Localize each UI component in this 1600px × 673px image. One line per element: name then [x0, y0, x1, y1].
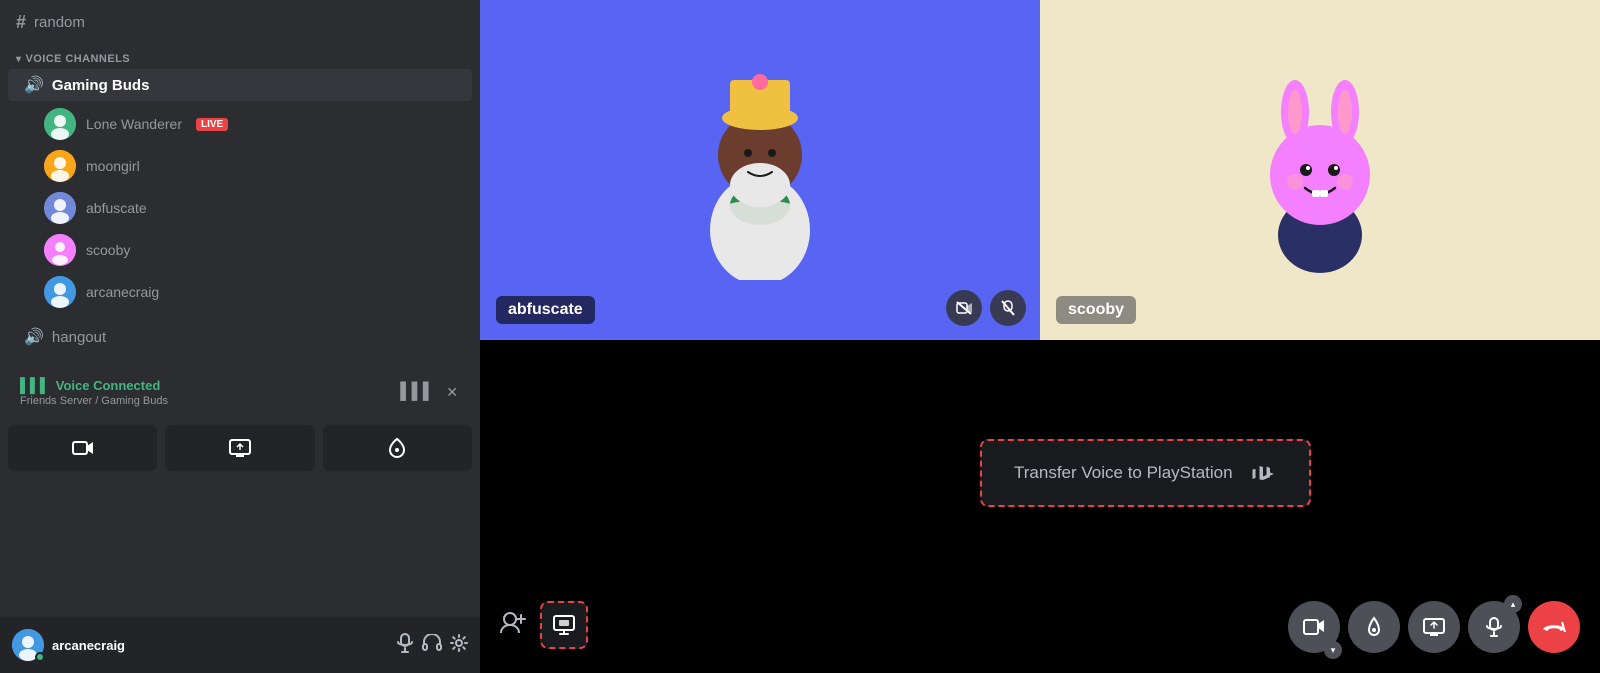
voice-channel-hangout[interactable]: 🔊 hangout — [8, 321, 472, 353]
user-panel: arcanecraig — [0, 617, 480, 673]
avatar-lone-wanderer — [44, 108, 76, 140]
hangup-button[interactable] — [1528, 601, 1580, 653]
user-panel-name: arcanecraig — [52, 638, 388, 653]
signal-icon: ▌▌▌ — [20, 377, 50, 393]
sidebar: # random ▾ VOICE CHANNELS 🔊 Gaming Buds … — [0, 0, 480, 673]
member-item-moongirl[interactable]: moongirl — [8, 145, 472, 187]
tile-controls-abfuscate — [946, 290, 1026, 326]
voice-settings-button[interactable]: ▌▌▌ — [398, 381, 436, 403]
transfer-voice-label: Transfer Voice to PlayStation — [1014, 463, 1233, 483]
member-name-abfuscate: abfuscate — [86, 200, 147, 216]
member-name-scooby: scooby — [86, 242, 130, 258]
user-panel-icons — [396, 633, 468, 658]
video-tile-scooby: scooby — [1040, 0, 1600, 340]
member-name-moongirl: moongirl — [86, 158, 140, 174]
speaker-icon-2: 🔊 — [24, 327, 44, 347]
member-item-abfuscate[interactable]: abfuscate — [8, 187, 472, 229]
camera-toggle-button[interactable] — [8, 425, 157, 471]
voice-connected-section: ▌▌▌ Voice Connected Friends Server / Gam… — [8, 369, 472, 415]
video-tile-abfuscate: abfuscate — [480, 0, 1040, 340]
avatar-arcanecraig — [44, 276, 76, 308]
chevron-down-icon: ▾ — [16, 54, 21, 65]
avatar-scooby — [44, 234, 76, 266]
speaker-icon: 🔊 — [24, 75, 44, 95]
vc-server-name: Friends Server / Gaming Buds — [20, 395, 168, 407]
camera-chevron-down[interactable]: ▾ — [1324, 641, 1342, 659]
video-grid: abfuscate — [480, 0, 1600, 340]
main-content: abfuscate — [480, 0, 1600, 673]
screen-share-button[interactable] — [165, 425, 314, 471]
transfer-voice-popup[interactable]: Transfer Voice to PlayStation — [980, 439, 1311, 507]
live-badge-lone-wanderer: LIVE — [196, 118, 228, 131]
tile-name-abfuscate: abfuscate — [496, 296, 595, 324]
mic-chevron-up[interactable]: ▴ — [1504, 595, 1522, 613]
channel-name: random — [34, 14, 85, 31]
member-item-arcanecraig[interactable]: arcanecraig — [8, 271, 472, 313]
gaming-buds-label: Gaming Buds — [52, 77, 150, 94]
voice-channels-section-label: ▾ VOICE CHANNELS — [0, 45, 480, 69]
tile-name-scooby: scooby — [1056, 296, 1136, 324]
activity-launch-button[interactable] — [323, 425, 472, 471]
bottom-left-buttons — [500, 601, 588, 649]
member-item-scooby[interactable]: scooby — [8, 229, 472, 271]
screen-share-selected-button[interactable] — [540, 601, 588, 649]
hash-icon: # — [16, 12, 26, 33]
mic-toggle-button[interactable] — [396, 633, 414, 658]
voice-connected-label: ▌▌▌ Voice Connected — [20, 377, 168, 393]
member-list: Lone Wanderer LIVE moongirl abfuscate sc… — [0, 101, 480, 315]
add-user-button[interactable] — [500, 610, 528, 640]
bottom-section: Transfer Voice to PlayStation — [480, 340, 1600, 673]
user-panel-avatar — [12, 629, 44, 661]
playstation-icon — [1249, 459, 1277, 487]
headphones-button[interactable] — [422, 634, 442, 657]
scooby-character — [1240, 60, 1400, 280]
screenshare-bottom-button[interactable] — [1408, 601, 1460, 653]
tile-mic-off-button[interactable] — [990, 290, 1026, 326]
member-name-lone-wanderer: Lone Wanderer — [86, 116, 182, 132]
voice-channel-gaming-buds[interactable]: 🔊 Gaming Buds — [8, 69, 472, 101]
hangout-label: hangout — [52, 329, 106, 346]
mic-control-group: ▴ — [1468, 601, 1520, 653]
avatar-abfuscate — [44, 192, 76, 224]
online-status-dot — [35, 652, 45, 662]
camera-control-group: ▾ — [1288, 601, 1340, 653]
user-settings-button[interactable] — [450, 634, 468, 657]
avatar-moongirl — [44, 150, 76, 182]
channel-header: # random — [0, 0, 480, 45]
bottom-right-controls: ▾ ▴ — [1288, 601, 1580, 653]
abfuscate-character — [680, 60, 840, 280]
tile-video-off-button[interactable] — [946, 290, 982, 326]
vc-action-buttons — [0, 415, 480, 481]
member-name-arcanecraig: arcanecraig — [86, 284, 159, 300]
voice-disconnect-button[interactable]: ✕ — [444, 382, 460, 403]
member-item-lone-wanderer[interactable]: Lone Wanderer LIVE — [8, 103, 472, 145]
activity-button[interactable] — [1348, 601, 1400, 653]
